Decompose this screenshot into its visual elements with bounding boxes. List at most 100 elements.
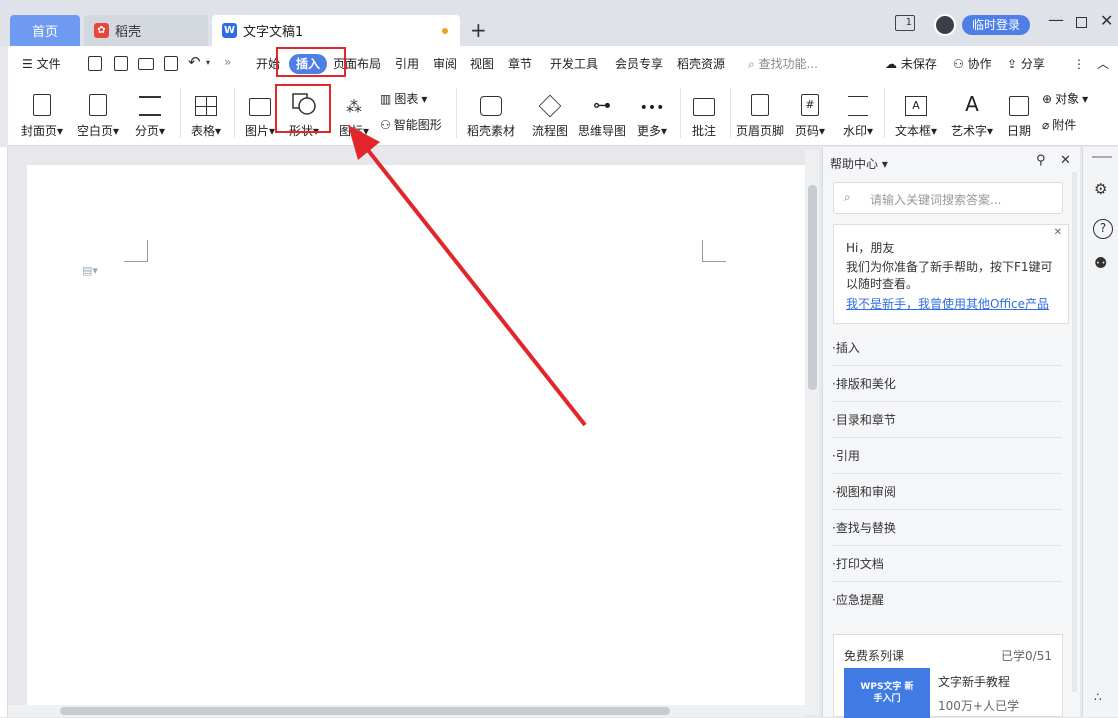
wordart-button[interactable]: A 艺术字▾ [948,88,996,148]
greeting-text: Hi，朋友 [846,241,895,255]
course-learners: 100万+人已学 [938,699,1019,713]
picture-icon [249,98,271,116]
help-scrollbar[interactable] [1072,172,1077,692]
chart-button[interactable]: ▥ 图表 ▾ [380,90,427,107]
undo-dropdown-icon[interactable]: ▾ [206,58,210,67]
print-icon[interactable] [138,58,154,70]
table-icon [195,96,217,116]
help-topic-layout[interactable]: ·排版和美化 [832,366,1062,402]
attachment-icon: ⌀ [1042,117,1050,132]
menu-vip[interactable]: 会员专享 [615,46,663,82]
function-search[interactable]: ⌕ 查找功能... [748,46,818,82]
watermark-button[interactable]: 水印▾ [834,88,882,148]
date-button[interactable]: 日期 [996,88,1042,148]
more-button[interactable]: ••• 更多▾ [628,88,676,148]
help-topic-print[interactable]: ·打印文档 [832,546,1062,582]
minimize-icon[interactable]: — [1048,10,1064,29]
help-center-title[interactable]: 帮助中心 ▾ [830,155,888,172]
unsaved-dot-icon [442,28,448,34]
strip-more-icon[interactable]: ∴ [1094,690,1102,704]
tab-home-label: 首页 [31,25,58,40]
blank-page-icon [89,94,107,116]
help-topic-find-replace[interactable]: ·查找与替换 [832,510,1062,546]
pin-icon[interactable]: ⚲ [1036,153,1046,168]
undo-icon[interactable]: ↶ [188,53,201,71]
chart-icon: ▥ [380,91,392,106]
close-window-icon[interactable]: ✕ [1100,11,1113,30]
close-card-icon[interactable]: ✕ [1054,227,1062,238]
header-footer-icon [751,94,769,116]
wordart-icon: A [965,92,979,116]
new-tab-button[interactable]: + [470,18,487,42]
page-break-button[interactable]: 分页▾ [126,88,174,148]
paragraph-format-icon[interactable]: ▤▾ [82,264,98,277]
help-search-input[interactable]: ⌕ 请输入关键词搜索答案... [833,182,1063,214]
avatar[interactable] [934,14,956,36]
settings-sliders-icon[interactable]: ⚙ [1094,180,1107,198]
textbox-icon: A [905,96,927,116]
close-panel-icon[interactable]: ✕ [1060,153,1071,168]
course-section-title: 免费系列课 [844,649,905,663]
menu-chapter[interactable]: 章节 [508,46,532,82]
assistant-icon[interactable]: ⚉ [1094,254,1107,272]
menu-developer[interactable]: 开发工具 [550,46,598,82]
textbox-button[interactable]: A 文本框▾ [892,88,940,148]
tab-home[interactable]: 首页 [10,15,80,46]
horizontal-scrollbar-thumb[interactable] [60,707,670,715]
help-topic-toc[interactable]: ·目录和章节 [832,402,1062,438]
menu-view[interactable]: 视图 [470,46,494,82]
not-beginner-link[interactable]: 我不是新手，我曾使用其他Office产品 [846,295,1049,312]
page-number-icon: # [801,94,819,116]
object-button[interactable]: ⊕ 对象 ▾ [1042,90,1088,107]
menu-page-layout[interactable]: 页面布局 [333,46,381,82]
help-topic-view-review[interactable]: ·视图和审阅 [832,474,1062,510]
course-card[interactable]: 免费系列课 已学0/51 WPS文字 新手入门 文字新手教程 100万+人已学 [833,634,1063,718]
share-button[interactable]: ⇪ 分享 [1007,46,1045,82]
file-menu[interactable]: ☰ 文件 [22,46,61,82]
more-dots-icon: ••• [639,100,665,116]
maximize-icon[interactable] [1076,17,1087,28]
help-search-placeholder: 请输入关键词搜索答案... [870,193,1002,207]
margin-corner-top-left [124,240,148,262]
help-topic-references[interactable]: ·引用 [832,438,1062,474]
vertical-scrollbar-thumb[interactable] [808,185,817,390]
flowchart-icon [538,94,562,118]
watermark-icon [848,96,868,116]
collaborate-button[interactable]: ⚇ 协作 [953,46,992,82]
help-message: 我们为你准备了新手帮助，按下F1键可以随时查看。 [846,260,1053,291]
date-icon [1009,96,1029,116]
menu-references[interactable]: 引用 [395,46,419,82]
tab-daoke-label: 稻壳 [115,25,142,40]
help-topic-emergency[interactable]: ·应急提醒 [832,582,1062,618]
comment-button[interactable]: 批注 [680,88,728,148]
login-button[interactable]: 临时登录 [962,15,1030,35]
course-thumbnail: WPS文字 新手入门 [844,668,930,718]
more-quick-icon[interactable]: » [224,55,231,69]
header-footer-button[interactable]: 页眉页脚 [734,88,786,148]
menu-review[interactable]: 审阅 [433,46,457,82]
page-number-button[interactable]: # 页码▾ [786,88,834,148]
help-question-icon[interactable]: ? [1093,219,1113,239]
window-layout-icon[interactable]: 1 [895,15,915,31]
page-break-icon [139,96,161,116]
more-menu-icon[interactable]: ⋮ [1073,46,1085,82]
menu-daoke-resources[interactable]: 稻壳资源 [677,46,725,82]
tab-document[interactable]: W 文字文稿1 [212,15,460,46]
print-preview-icon[interactable] [164,56,178,71]
cover-page-button[interactable]: 封面页▾ [18,88,66,148]
table-button[interactable]: 表格▾ [182,88,230,148]
help-topic-insert[interactable]: ·插入 [832,330,1062,366]
export-pdf-icon[interactable] [114,56,128,71]
writer-doc-icon: W [222,23,237,38]
course-title: 文字新手教程 [938,675,1011,689]
attachment-button[interactable]: ⌀ 附件 [1042,116,1076,133]
daoke-material-icon [480,96,502,116]
collapse-ribbon-icon[interactable]: ︿ [1097,46,1109,82]
save-icon[interactable] [88,56,102,71]
ribbon-divider [234,88,235,138]
icons-icon: ⁂ [346,97,362,116]
unsaved-status[interactable]: ☁ 未保存 [885,46,937,82]
blank-page-button[interactable]: 空白页▾ [74,88,122,148]
tab-daoke[interactable]: ✿ 稻壳 [84,15,208,46]
strip-drag-handle[interactable] [1092,156,1112,158]
